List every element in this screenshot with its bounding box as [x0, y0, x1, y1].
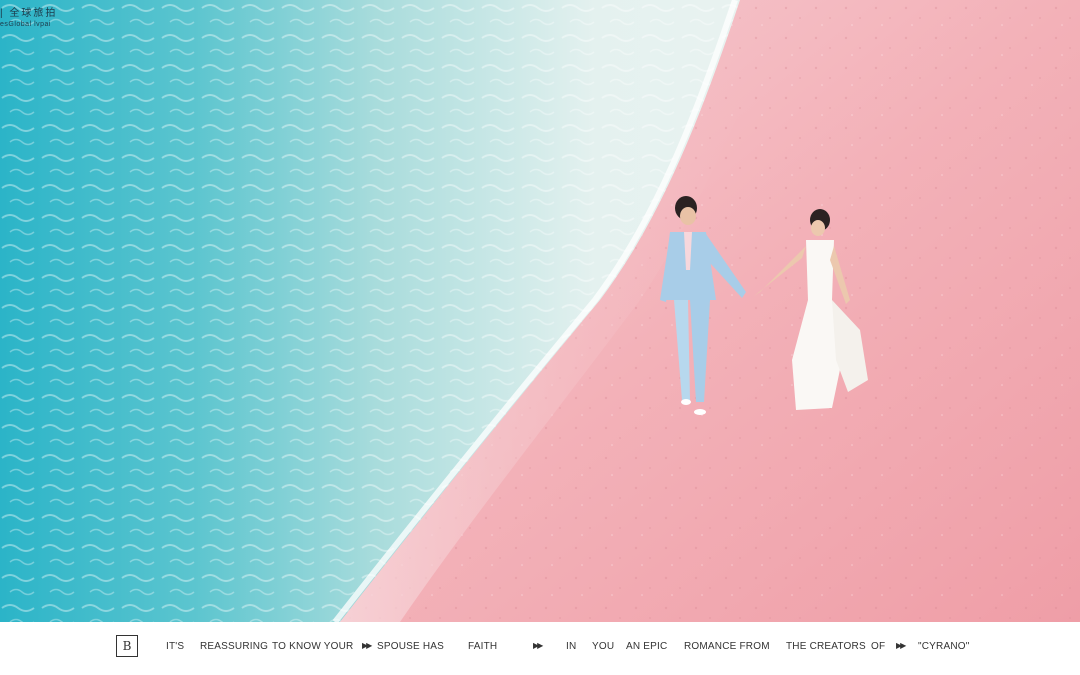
footer-item-faith[interactable]: FAITH [468, 641, 497, 652]
footer-item-to-know-your[interactable]: TO KNOW YOUR [272, 641, 353, 652]
double-chevron-right-icon: ▶▶ [896, 641, 906, 650]
double-chevron-right-icon: ▶▶ [362, 641, 372, 650]
footer-item-you[interactable]: YOU [592, 641, 614, 652]
hero-photo: | 全球旅拍 esGlobal lvpai [0, 0, 1080, 622]
brand-logo[interactable]: B [116, 635, 138, 657]
page: | 全球旅拍 esGlobal lvpai B IT'S REASSURING … [0, 0, 1080, 675]
footer-item-cyrano[interactable]: "CYRANO" [918, 641, 969, 652]
footer-bar: B IT'S REASSURING TO KNOW YOUR ▶▶ SPOUSE… [0, 622, 1080, 675]
footer-item-reassuring[interactable]: REASSURING [200, 641, 268, 652]
footer-item-its[interactable]: IT'S [166, 641, 184, 652]
footer-item-of[interactable]: OF [871, 641, 885, 652]
footer-item-in[interactable]: IN [566, 641, 576, 652]
footer-item-romance-from[interactable]: ROMANCE FROM [684, 641, 770, 652]
footer-item-spouse-has[interactable]: SPOUSE HAS [377, 641, 444, 652]
double-chevron-right-icon: ▶▶ [533, 641, 543, 650]
watermark-title: | 全球旅拍 [0, 8, 58, 19]
footer-item-an-epic[interactable]: AN EPIC [626, 641, 667, 652]
footer-item-the-creators[interactable]: THE CREATORS [786, 641, 866, 652]
watermark: | 全球旅拍 esGlobal lvpai [0, 8, 57, 29]
watermark-subtitle: esGlobal lvpai [0, 21, 51, 28]
beach-wedding-photo [0, 0, 1080, 622]
